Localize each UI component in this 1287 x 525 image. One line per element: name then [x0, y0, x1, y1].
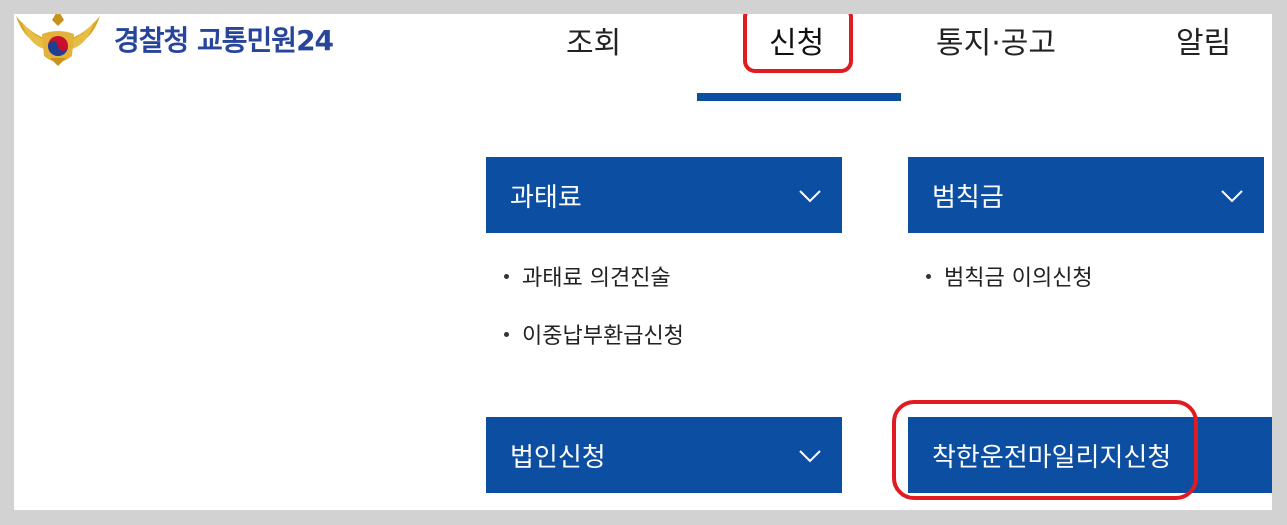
active-nav-indicator	[697, 93, 901, 101]
menu-item-fine-opinion[interactable]: 과태료 의견진술	[500, 247, 684, 305]
fine-sub-menu: 과태료 의견진술 이중납부환급신청	[500, 247, 684, 363]
panel-good-driving-mileage-title: 착한운전마일리지신청	[932, 442, 1172, 473]
nav-item-inquiry[interactable]: 조회	[566, 18, 621, 62]
chevron-down-icon	[1221, 190, 1243, 203]
bullet-icon	[926, 273, 931, 279]
police-emblem-icon	[16, 14, 100, 66]
menu-item-label: 이중납부환급신청	[522, 324, 684, 349]
panel-penalty-title: 범칙금	[932, 182, 1004, 213]
site-logo-link[interactable]: 경찰청 교통민원24	[14, 14, 334, 68]
menu-item-label: 과태료 의견진술	[522, 266, 671, 291]
nav-item-application[interactable]: 신청	[769, 18, 824, 62]
panel-fine-toggle[interactable]: 과태료	[486, 157, 842, 233]
panel-corporate-title: 법인신청	[510, 442, 606, 473]
panel-fine-title: 과태료	[510, 182, 582, 213]
panel-corporate-toggle[interactable]: 법인신청	[486, 417, 842, 493]
panel-good-driving-mileage-link[interactable]: 착한운전마일리지신청	[908, 417, 1272, 493]
menu-item-double-payment-refund[interactable]: 이중납부환급신청	[500, 305, 684, 363]
chevron-down-icon	[799, 190, 821, 203]
page-frame: 경찰청 교통민원24 조회 신청 통지·공고 알림 과태료 과태료 의견진술 이…	[14, 14, 1272, 510]
panel-penalty-toggle[interactable]: 범칙금	[908, 157, 1264, 233]
bullet-icon	[504, 273, 509, 279]
nav-item-notice[interactable]: 통지·공고	[936, 18, 1056, 62]
nav-item-alerts[interactable]: 알림	[1176, 18, 1231, 62]
penalty-sub-menu: 범칙금 이의신청	[922, 247, 1093, 305]
menu-item-label: 범칙금 이의신청	[944, 266, 1093, 291]
bullet-icon	[504, 331, 509, 337]
site-title: 경찰청 교통민원24	[114, 24, 334, 57]
chevron-down-icon	[799, 450, 821, 463]
menu-item-penalty-objection[interactable]: 범칙금 이의신청	[922, 247, 1093, 305]
